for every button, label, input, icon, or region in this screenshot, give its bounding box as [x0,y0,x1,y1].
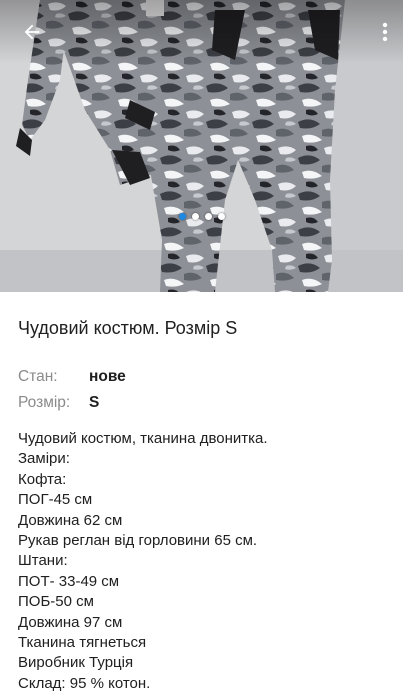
listing-title: Чудовий костюм. Розмір S [18,318,238,338]
description-line: Кофта: [18,470,67,488]
listing-params: Стан: нове Розмір: S [18,364,393,416]
description-line: Довжина 62 см [18,511,123,529]
gallery-dot[interactable] [191,213,199,220]
arrow-left-icon [24,24,40,40]
description-line: Довжина 97 см [18,613,123,631]
gallery-dot[interactable] [217,213,225,220]
description-line: Тканина тягнеться [18,634,147,652]
description-line: Заміри: [18,450,70,468]
more-options-button[interactable] [371,14,399,50]
param-value: S [89,394,100,411]
gallery-pagination [0,213,403,220]
gallery-dot[interactable] [178,213,186,220]
description-line: Рукав реглан від горловини 65 см. [18,532,258,550]
product-photo[interactable] [0,0,403,292]
listing-details: Чудовий костюм. Розмір S Стан: нове Розм… [18,292,393,694]
description-line: Чудовий костюм, тканина двонитка. [18,430,268,447]
param-label: Стан: [18,368,58,385]
description-line: Штани: [18,552,68,570]
description-line: ПОГ-45 см [18,491,93,509]
description-line: ПОТ- 33-49 см [18,572,120,590]
description-line: ПОБ-50 см [18,593,94,611]
gallery-dot[interactable] [204,213,212,220]
photo-toolbar [0,0,403,64]
param-row-condition: Стан: нове [18,364,393,390]
more-vertical-icon [382,22,388,42]
back-button[interactable] [14,14,50,50]
param-value: нове [89,368,126,385]
description-line: Склад: 95 % котон. [18,674,151,692]
param-label: Розмір: [18,394,71,411]
listing-description: Чудовий костюм, тканина двонитка. Заміри… [18,429,393,694]
param-row-size: Розмір: S [18,390,393,416]
description-line: Виробник Турція [18,654,134,672]
